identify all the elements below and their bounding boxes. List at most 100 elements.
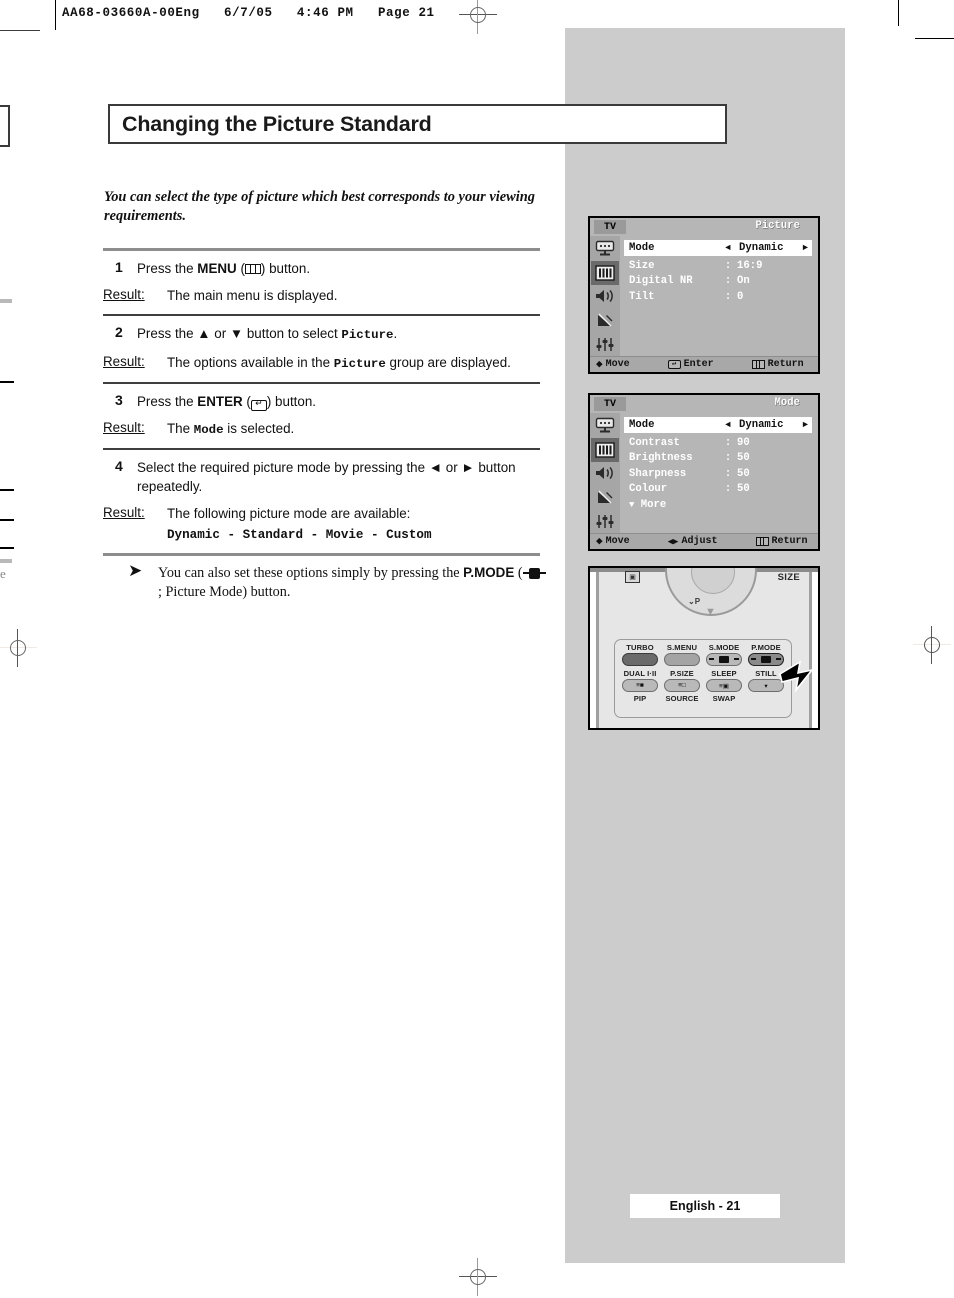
registration-mark-right [913, 626, 951, 664]
p-mode-icon [522, 568, 546, 579]
divider [103, 553, 540, 556]
osd-row[interactable]: Sharpness : 50 [624, 466, 812, 482]
speaker-icon[interactable] [591, 284, 619, 309]
edge-tick-mark [0, 299, 12, 303]
turbo-button[interactable] [622, 653, 658, 666]
sound-mode-icon [719, 656, 729, 663]
osd-footer-bar: ◆ Move ◀▶ Adjust Return [590, 533, 818, 549]
osd-footer-label: Return [767, 359, 804, 370]
osd-footer-move: ◆ Move [596, 359, 630, 370]
osd-row[interactable]: Tilt : 0 [624, 289, 812, 305]
osd-row[interactable]: Colour : 50 [624, 482, 812, 498]
dpad-center[interactable] [691, 568, 735, 594]
edge-tick-mark [0, 381, 14, 383]
speaker-icon[interactable] [591, 461, 619, 486]
osd-row[interactable]: Size : 16:9 [624, 258, 812, 274]
edge-tick-mark [0, 547, 14, 549]
osd-row-label: Digital NR [629, 275, 693, 288]
picture-size-button[interactable]: ≡□ [664, 679, 700, 692]
result-text: The main menu is displayed. [167, 288, 338, 303]
down-arrow-icon[interactable]: ▼ [705, 607, 716, 618]
osd-row-colon: : [724, 452, 732, 465]
osd-row-value: 50 [737, 483, 750, 496]
crop-rule-top-edge [0, 30, 40, 31]
osd-item-list: Mode ◄ Dynamic ► Size : 16:9 Digital NR … [620, 236, 818, 356]
note-block: ➤ You can also set these options simply … [128, 563, 548, 602]
osd-row-colon: : [724, 275, 732, 288]
key-label: SOURCE [665, 694, 699, 703]
step-text: Press the [137, 261, 198, 276]
satellite-dish-icon[interactable] [591, 485, 619, 510]
edge-tick-mark [0, 519, 14, 521]
key-label: PIP [633, 694, 647, 703]
right-arrow-icon[interactable]: ► [803, 243, 812, 253]
osd-row[interactable]: Digital NR : On [624, 274, 812, 290]
key-label: P.MODE [751, 643, 781, 652]
result-text: The following picture mode are available… [167, 506, 411, 521]
enter-button-label: ENTER [197, 394, 243, 409]
step-text: Press the ▲ or ▼ button to select [137, 326, 342, 341]
step-1: 1 Press the MENU () button. Result: The … [103, 259, 338, 303]
sound-menu-button[interactable] [664, 653, 700, 666]
setup-sliders-icon[interactable] [591, 332, 619, 356]
pip-square-icon[interactable]: ▣ [625, 571, 640, 583]
picture-bars-icon[interactable] [591, 260, 619, 285]
setup-sliders-icon[interactable] [591, 509, 619, 533]
osd-row-value: Dynamic [739, 242, 784, 254]
step-4: 4 Select the required picture mode by pr… [103, 450, 543, 553]
step-text: Press the [137, 394, 198, 409]
osd-row-label: Sharpness [629, 467, 687, 480]
tv-input-icon[interactable] [591, 237, 619, 261]
osd-tv-badge: TV [594, 397, 626, 411]
dual-i-ii-button[interactable]: ≡■ [622, 679, 658, 692]
pmode-button-label: P.MODE [463, 565, 515, 580]
key-label: SLEEP [711, 669, 737, 678]
osd-row-selected[interactable]: Mode ◄ Dynamic ► [624, 240, 812, 256]
osd-footer-label: Move [605, 536, 630, 547]
key-label [745, 694, 787, 703]
osd-title: Mode [774, 397, 800, 409]
step-number: 1 [115, 259, 123, 275]
dual-icon: ≡■ [636, 682, 644, 689]
key-label: S.MENU [666, 643, 698, 652]
osd-footer-return: Return [751, 359, 804, 370]
result-label: Result: [103, 354, 145, 369]
keypad-bottom-labels: PIP SOURCE SWAP [619, 694, 787, 704]
osd-row[interactable]: Brightness : 50 [624, 451, 812, 467]
sleep-button[interactable]: ≡▣ [706, 679, 742, 692]
osd-row-selected[interactable]: Mode ◄ Dynamic ► [624, 417, 812, 433]
osd-row-label: More [640, 498, 667, 511]
enter-icon: ↵ [250, 400, 267, 411]
osd-row-label: Contrast [629, 436, 680, 449]
key-label: DUAL I·II [623, 669, 657, 678]
left-arrow-icon[interactable]: ◄ [719, 420, 737, 430]
step-text-tail: . [393, 326, 398, 341]
picture-keyword: Picture [341, 328, 394, 342]
chevron-down-icon: ▼ [629, 499, 635, 510]
enter-icon: ↵ [667, 360, 681, 369]
edge-tick-mark [0, 489, 14, 491]
registration-mark-left [0, 629, 37, 667]
osd-footer-label: Move [605, 359, 630, 370]
osd-row-label: Size [629, 259, 655, 272]
osd-row-value: 50 [737, 452, 750, 465]
picture-bars-icon[interactable] [591, 437, 619, 462]
right-arrow-icon[interactable]: ► [803, 420, 812, 430]
osd-row-more[interactable]: ▼ More [624, 497, 812, 513]
page-footer: English - 21 [630, 1194, 780, 1218]
note-text: You can also set these options simply by… [158, 565, 464, 581]
osd-picture-menu: TV Picture Mode ◄ Dynamic ► Size: 16:9 … [588, 216, 820, 374]
picture-mode-icon [761, 656, 771, 663]
step-number: 3 [115, 392, 123, 408]
tv-input-icon[interactable] [591, 414, 619, 438]
result-label: Result: [103, 420, 145, 435]
sound-mode-button[interactable] [706, 653, 742, 666]
osd-footer-move: ◆ Move [596, 536, 630, 547]
osd-tv-badge: TV [594, 220, 626, 234]
step-number: 4 [115, 458, 123, 474]
osd-header: TV Picture [590, 218, 818, 236]
result-text-tail: is selected. [223, 421, 295, 436]
osd-row[interactable]: Contrast : 90 [624, 435, 812, 451]
left-arrow-icon[interactable]: ◄ [719, 243, 737, 253]
satellite-dish-icon[interactable] [591, 308, 619, 333]
